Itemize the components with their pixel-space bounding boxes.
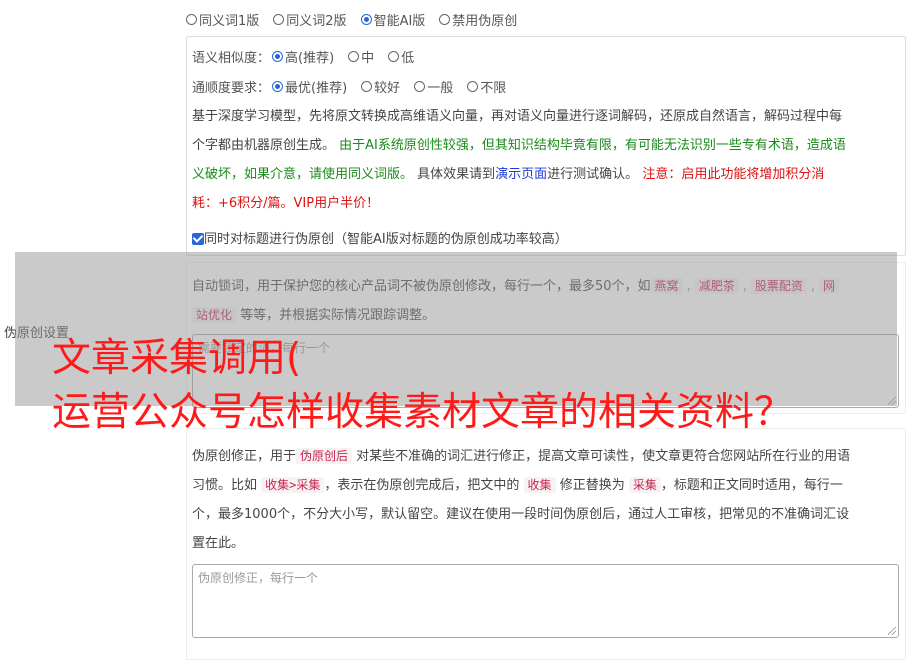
tag-example: 收集 xyxy=(523,477,556,493)
ai-description: 基于深度学习模型，先将原文转换成高维语义向量，再对语义向量进行逐词解码，还原成自… xyxy=(192,109,846,211)
radio-selected-icon[interactable] xyxy=(360,14,372,25)
tag-example: 伪原创后 xyxy=(296,448,353,464)
tag-example: 收集>采集 xyxy=(261,477,325,493)
radio-icon[interactable] xyxy=(414,81,426,92)
radio-icon[interactable] xyxy=(467,81,479,92)
radio-fluency-normal[interactable]: 一般 xyxy=(414,77,453,96)
radio-icon[interactable] xyxy=(186,14,197,25)
radio-fluency-good[interactable]: 较好 xyxy=(361,77,400,96)
version-radio-group: 同义词1版 同义词2版 智能AI版 禁用伪原创 xyxy=(186,10,517,29)
radio-similarity-high[interactable]: 高(推荐) xyxy=(272,47,334,66)
radio-icon[interactable] xyxy=(348,51,360,62)
title-rewrite-checkbox[interactable] xyxy=(192,233,204,245)
radio-smart-ai[interactable]: 智能AI版 xyxy=(360,10,425,29)
radio-synonym-v1[interactable]: 同义词1版 xyxy=(186,10,259,29)
correction-description: 伪原创修正，用于 伪原创后 对某些不准确的词汇进行修正，提高文章可读性，使文章更符… xyxy=(192,448,851,551)
radio-similarity-low[interactable]: 低 xyxy=(388,47,414,66)
fluency-label: 通顺度要求： xyxy=(192,81,271,96)
correction-input[interactable]: 伪原创修正，每行一个 xyxy=(192,564,899,638)
radio-selected-icon[interactable] xyxy=(272,51,284,62)
radio-disable-rewrite[interactable]: 禁用伪原创 xyxy=(439,10,517,29)
radio-icon[interactable] xyxy=(273,14,285,25)
fluency-row: 通顺度要求： 最优(推荐) 较好 一般 不限 xyxy=(192,77,506,96)
radio-fluency-any[interactable]: 不限 xyxy=(467,77,506,96)
similarity-row: 语义相似度： 高(推荐) 中 低 xyxy=(192,47,414,66)
similarity-label: 语义相似度： xyxy=(192,51,271,66)
radio-synonym-v2[interactable]: 同义词2版 xyxy=(273,10,347,29)
resize-grip-icon[interactable] xyxy=(888,627,896,635)
demo-page-link[interactable]: 演示页面 xyxy=(495,167,547,182)
radio-fluency-best[interactable]: 最优(推荐) xyxy=(272,77,347,96)
tag-example: 采集 xyxy=(628,477,661,493)
radio-selected-icon[interactable] xyxy=(272,81,284,92)
title-rewrite-row: 同时对标题进行伪原创（智能AI版对标题的伪原创成功率较高） xyxy=(192,228,568,247)
radio-icon[interactable] xyxy=(388,51,400,62)
banner-title: 文章采集调用( 运营公众号怎样收集素材文章的相关资料？ xyxy=(52,336,794,435)
radio-icon[interactable] xyxy=(439,14,451,25)
radio-icon[interactable] xyxy=(361,81,373,92)
radio-similarity-mid[interactable]: 中 xyxy=(348,47,374,66)
